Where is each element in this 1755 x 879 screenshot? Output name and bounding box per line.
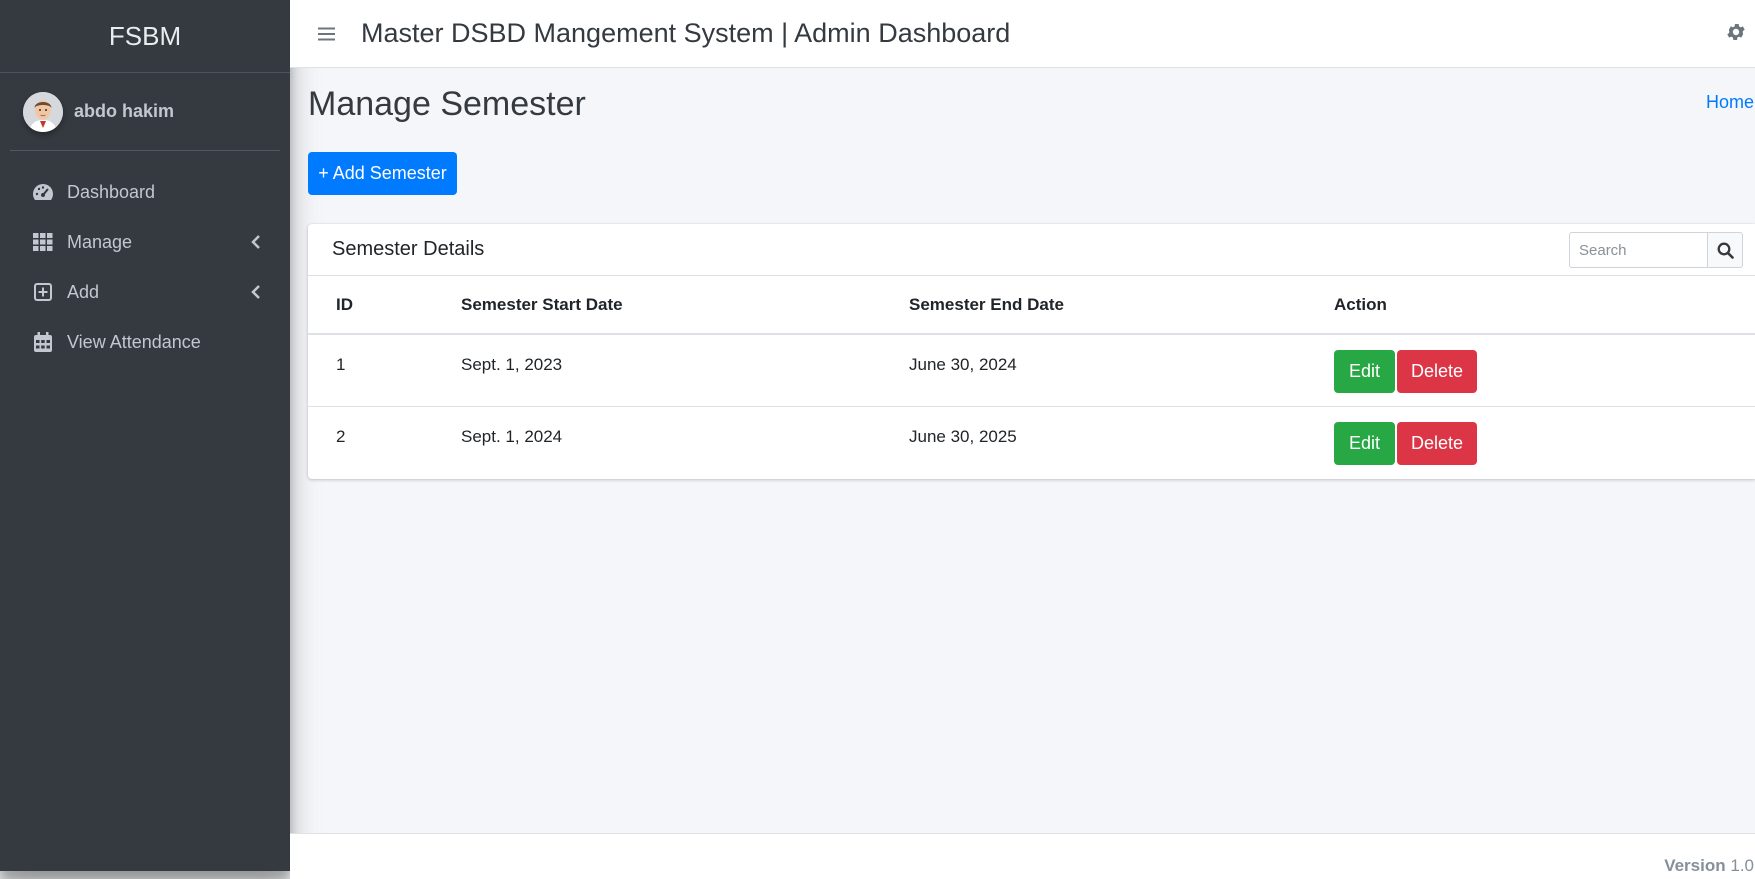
page-title: Manage Semester xyxy=(308,85,586,123)
grid-icon xyxy=(31,231,55,253)
calendar-icon xyxy=(31,331,55,353)
semester-table: ID Semester Start Date Semester End Date… xyxy=(308,276,1755,478)
cell-start-date: Sept. 1, 2024 xyxy=(461,426,563,446)
search-icon xyxy=(1717,242,1734,259)
user-avatar[interactable] xyxy=(23,91,63,132)
sidebar-item-add[interactable]: Add xyxy=(0,267,290,317)
sidebar-item-manage[interactable]: Manage xyxy=(0,217,290,267)
version-number: 1.0 xyxy=(1730,856,1754,875)
card-title: Semester Details xyxy=(332,238,485,260)
search-button[interactable] xyxy=(1707,232,1743,268)
column-header-start-date[interactable]: Semester Start Date xyxy=(461,276,909,335)
footer: Version 1.0 xyxy=(290,833,1755,879)
sidebar-item-label: Dashboard xyxy=(67,181,156,202)
breadcrumb-home-link[interactable]: Home xyxy=(1706,92,1754,113)
sidebar-item-view-attendance[interactable]: View Attendance xyxy=(0,317,290,367)
cell-id: 1 xyxy=(308,334,461,407)
sidebar: FSBM abdo hakim Dashboard Manage Add Vie… xyxy=(0,0,290,871)
sidebar-item-label: Manage xyxy=(67,231,133,252)
sidebar-item-label: View Attendance xyxy=(67,331,201,352)
table-row: 1 Sept. 1, 2023 June 30, 2024 Edit Delete xyxy=(308,334,1755,407)
user-panel[interactable]: abdo hakim xyxy=(10,73,280,151)
delete-button[interactable]: Delete xyxy=(1397,421,1477,465)
table-header-row: ID Semester Start Date Semester End Date… xyxy=(308,276,1755,335)
sidebar-item-label: Add xyxy=(67,281,100,302)
sidebar-item-dashboard[interactable]: Dashboard xyxy=(0,167,290,217)
gear-icon[interactable] xyxy=(1725,21,1747,43)
user-name[interactable]: abdo hakim xyxy=(74,101,174,122)
plus-square-icon xyxy=(31,281,55,303)
card-header: Semester Details xyxy=(308,224,1755,276)
chevron-left-icon xyxy=(248,234,264,250)
version-label: Version xyxy=(1664,856,1726,875)
cell-id: 2 xyxy=(336,426,346,446)
column-header-end-date[interactable]: Semester End Date xyxy=(909,276,1334,335)
version-text: Version 1.0 xyxy=(1664,856,1754,876)
delete-button[interactable]: Delete xyxy=(1397,350,1477,393)
search-group xyxy=(1569,232,1743,268)
edit-button[interactable]: Edit xyxy=(1334,421,1395,465)
chevron-left-icon xyxy=(248,284,264,300)
column-header-id[interactable]: ID xyxy=(308,276,461,335)
add-semester-button[interactable]: + Add Semester xyxy=(308,152,457,195)
search-input[interactable] xyxy=(1569,232,1707,268)
semester-details-card: Semester Details ID Semester Start Date … xyxy=(308,224,1755,479)
brand-logo[interactable]: FSBM xyxy=(0,0,290,73)
cell-actions: Edit Delete xyxy=(1334,406,1755,478)
app-title: Master DSBD Mangement System | Admin Das… xyxy=(361,18,1011,48)
cell-actions: Edit Delete xyxy=(1334,334,1755,407)
cell-start-date: Sept. 1, 2023 xyxy=(461,334,909,407)
sidebar-nav: Dashboard Manage Add View Attendance xyxy=(0,167,290,367)
edit-button[interactable]: Edit xyxy=(1334,350,1395,393)
table-row: 2 Sept. 1, 2024 June 30, 2025 Edit Delete xyxy=(308,406,1755,478)
column-header-action: Action xyxy=(1334,276,1755,335)
cell-end-date: June 30, 2025 xyxy=(909,426,1017,446)
cell-end-date: June 30, 2024 xyxy=(909,334,1334,407)
tachometer-icon xyxy=(31,181,55,203)
hamburger-icon[interactable] xyxy=(316,24,336,44)
top-navbar: Master DSBD Mangement System | Admin Das… xyxy=(290,0,1755,68)
